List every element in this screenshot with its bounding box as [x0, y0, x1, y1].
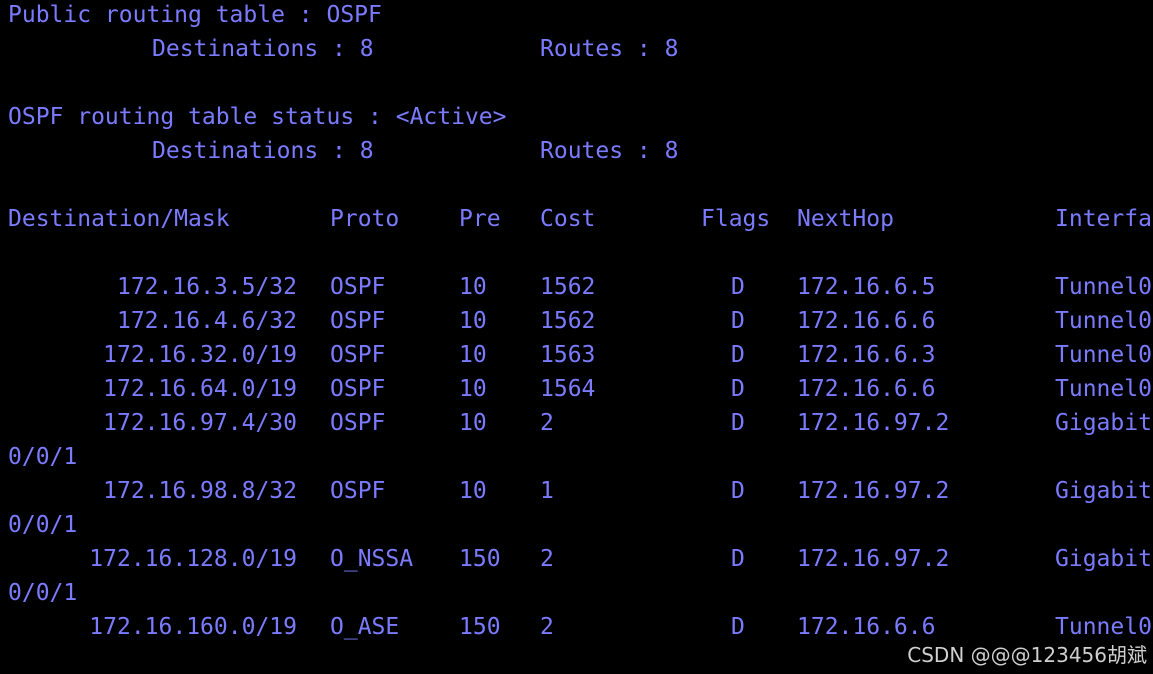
- column-header-nexthop: NextHop: [797, 206, 894, 232]
- route-proto: OSPF: [330, 308, 386, 334]
- route-proto: OSPF: [330, 342, 386, 368]
- route-pre: 10: [459, 478, 487, 504]
- route-cost: 1563: [540, 342, 596, 368]
- route-destination: 172.16.3.5/32: [116, 274, 297, 300]
- route-nexthop: 172.16.6.5: [797, 274, 936, 300]
- ospf-routes-count: Routes : 8: [540, 138, 679, 164]
- route-flags: D: [731, 342, 745, 368]
- route-destination: 172.16.64.0/19: [103, 376, 297, 402]
- route-pre: 10: [459, 308, 487, 334]
- route-cost: 2: [540, 546, 554, 572]
- route-cost: 1562: [540, 308, 596, 334]
- route-destination: 172.16.98.8/32: [103, 478, 297, 504]
- route-proto: OSPF: [330, 274, 386, 300]
- ospf-status-title: OSPF routing table status : <Active>: [8, 104, 507, 130]
- column-header-destination: Destination/Mask: [8, 206, 230, 232]
- route-nexthop: 172.16.6.6: [797, 376, 936, 402]
- route-destination: 172.16.128.0/19: [89, 546, 297, 572]
- route-destination: 172.16.160.0/19: [89, 614, 297, 640]
- route-nexthop: 172.16.6.6: [797, 614, 936, 640]
- public-table-title: Public routing table : OSPF: [8, 2, 382, 28]
- route-flags: D: [731, 546, 745, 572]
- route-interface: GigabitEthernet: [1055, 410, 1153, 436]
- route-pre: 150: [459, 546, 501, 572]
- route-destination: 172.16.97.4/30: [103, 410, 297, 436]
- route-cost: 1564: [540, 376, 596, 402]
- terminal-window: Public routing table : OSPF Destinations…: [0, 0, 1153, 674]
- route-interface: GigabitEthernet: [1055, 478, 1153, 504]
- public-routes-count: Routes : 8: [540, 36, 679, 62]
- route-nexthop: 172.16.6.3: [797, 342, 936, 368]
- route-cost: 2: [540, 410, 554, 436]
- route-destination: 172.16.32.0/19: [103, 342, 297, 368]
- route-flags: D: [731, 274, 745, 300]
- route-interface-wrap: 0/0/1: [8, 512, 78, 538]
- route-interface: GigabitEthernet: [1055, 546, 1153, 572]
- column-header-interface: Interface: [1055, 206, 1153, 232]
- route-interface: Tunnel0/0/0: [1055, 274, 1153, 300]
- route-pre: 10: [459, 410, 487, 436]
- route-interface: Tunnel0/0/0: [1055, 614, 1153, 640]
- route-flags: D: [731, 410, 745, 436]
- route-pre: 150: [459, 614, 501, 640]
- ospf-destinations-count: Destinations : 8: [152, 138, 374, 164]
- column-header-proto: Proto: [330, 206, 400, 232]
- column-header-pre: Pre: [459, 206, 501, 232]
- route-pre: 10: [459, 342, 487, 368]
- route-pre: 10: [459, 274, 487, 300]
- column-header-cost: Cost: [540, 206, 596, 232]
- route-flags: D: [731, 614, 745, 640]
- route-cost: 2: [540, 614, 554, 640]
- route-proto: OSPF: [330, 376, 386, 402]
- route-flags: D: [731, 308, 745, 334]
- route-interface-wrap: 0/0/1: [8, 580, 78, 606]
- route-cost: 1562: [540, 274, 596, 300]
- route-interface-wrap: 0/0/1: [8, 444, 78, 470]
- route-nexthop: 172.16.97.2: [797, 410, 950, 436]
- route-interface: Tunnel0/0/0: [1055, 376, 1153, 402]
- route-flags: D: [731, 376, 745, 402]
- route-interface: Tunnel0/0/0: [1055, 342, 1153, 368]
- route-interface: Tunnel0/0/0: [1055, 308, 1153, 334]
- route-nexthop: 172.16.97.2: [797, 478, 950, 504]
- route-cost: 1: [540, 478, 554, 504]
- csdn-watermark: CSDN @@@123456胡斌: [907, 643, 1147, 667]
- route-pre: 10: [459, 376, 487, 402]
- route-nexthop: 172.16.97.2: [797, 546, 950, 572]
- route-nexthop: 172.16.6.6: [797, 308, 936, 334]
- route-proto: OSPF: [330, 478, 386, 504]
- route-proto: O_NSSA: [330, 546, 414, 572]
- public-destinations-count: Destinations : 8: [152, 36, 374, 62]
- route-flags: D: [731, 478, 745, 504]
- route-proto: O_ASE: [330, 614, 400, 640]
- route-destination: 172.16.4.6/32: [116, 308, 297, 334]
- column-header-flags: Flags: [701, 206, 771, 232]
- route-proto: OSPF: [330, 410, 386, 436]
